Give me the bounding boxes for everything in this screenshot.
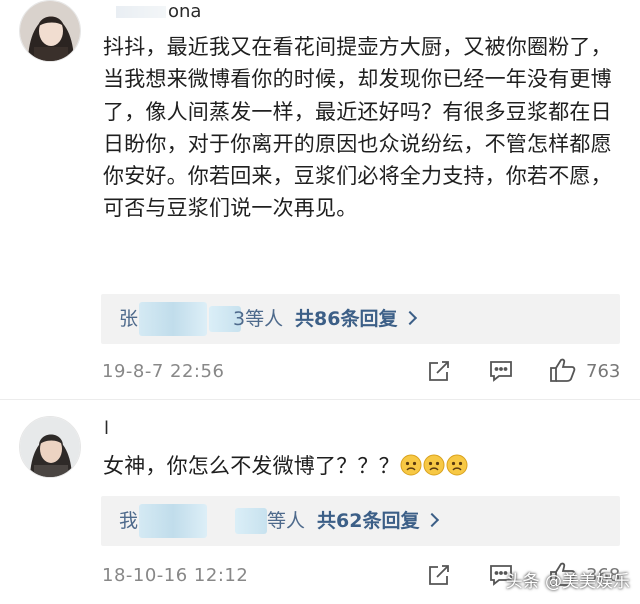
chevron-right-icon <box>403 310 418 325</box>
comment-text: 女神，你怎么不发微博了？？？ <box>103 450 623 482</box>
masked-name <box>116 6 166 18</box>
username[interactable]: l <box>104 419 109 439</box>
masked-name <box>235 508 267 534</box>
share-icon[interactable] <box>427 359 451 387</box>
replier-suffix: 等人 <box>267 510 306 532</box>
reply-count[interactable]: 共62条回复 <box>317 496 440 546</box>
timestamp: 18-10-16 12:12 <box>102 565 249 586</box>
watermark: 头条 @美美娱乐 <box>505 572 630 592</box>
comment-actions: 19-8-7 22:56 763 <box>0 355 640 391</box>
comment-text: 抖抖，最近我又在看花间提壶方大厨，又被你圈粉了，当我想来微博看你的时候，却发现你… <box>103 35 612 221</box>
replier-suffix: 3等人 <box>233 308 284 330</box>
avatar[interactable] <box>19 0 81 62</box>
replies-link[interactable]: 我 等人 共62条回复 <box>101 496 620 546</box>
divider <box>0 399 640 400</box>
replier-name: 我 <box>119 510 139 532</box>
masked-name <box>139 302 207 336</box>
worried-face-emoji <box>446 453 468 476</box>
comment-feed: ona 抖抖，最近我又在看花间提壶方大厨，又被你圈粉了，当我想来微博看你的时候，… <box>0 0 640 604</box>
worried-face-emoji <box>423 453 445 476</box>
avatar[interactable] <box>19 416 81 478</box>
worried-face-emoji <box>400 453 422 476</box>
comment-icon[interactable] <box>488 359 514 387</box>
thumbs-up-icon[interactable] <box>549 357 577 387</box>
username[interactable]: ona <box>116 2 201 22</box>
timestamp: 19-8-7 22:56 <box>102 361 225 382</box>
reply-count[interactable]: 共86条回复 <box>295 294 418 344</box>
replies-link[interactable]: 张 3等人 共86条回复 <box>101 294 620 344</box>
replier-name: 张 <box>119 308 139 330</box>
like-count: 763 <box>586 361 621 382</box>
share-icon[interactable] <box>427 563 451 591</box>
masked-name <box>139 504 207 538</box>
chevron-right-icon <box>425 512 440 527</box>
